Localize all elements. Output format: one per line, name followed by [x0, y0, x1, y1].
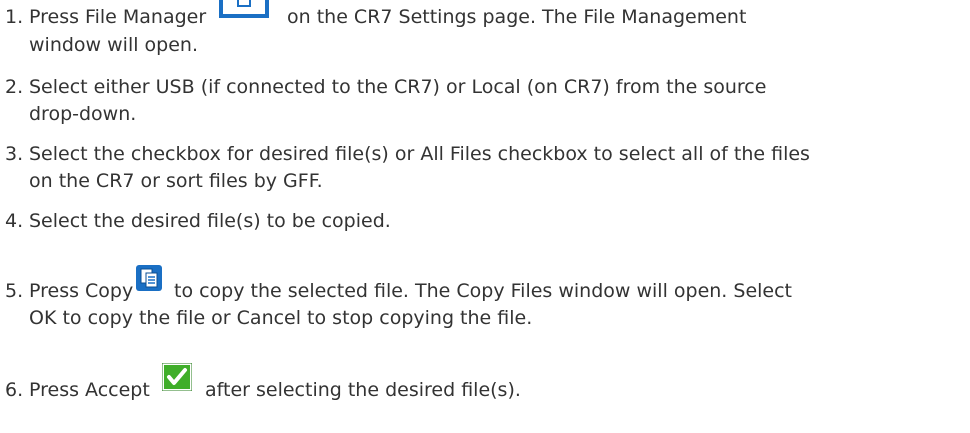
instructions-document: 1. Press File Manager on the CR7 Setting… [0, 0, 970, 433]
file-manager-icon [219, 0, 269, 18]
step-text: Select either USB (if connected to the C… [29, 76, 767, 98]
step-text: Press Accept [29, 379, 150, 401]
step-text: Select the desired file(s) to be copied. [29, 210, 391, 232]
step-text-wrap: on the CR7 or sort files by GFF. [29, 170, 323, 192]
step-number: 4. [5, 210, 24, 232]
step-text: Press File Manager [29, 6, 207, 28]
step-number: 5. [5, 280, 24, 302]
copy-icon [136, 265, 162, 291]
accept-checkmark-icon [162, 363, 192, 391]
step-text: Press Copy [29, 280, 134, 302]
step-text-wrap: drop-down. [29, 103, 137, 125]
step-text-continued: after selecting the desired file(s). [205, 379, 521, 401]
step-text-continued: on the CR7 Settings page. The File Manag… [287, 6, 747, 28]
step-number: 1. [5, 6, 24, 28]
step-number: 3. [5, 143, 24, 165]
step-number: 6. [5, 379, 24, 401]
step-number: 2. [5, 76, 24, 98]
step-text-wrap: OK to copy the file or Cancel to stop co… [29, 307, 533, 329]
step-text-continued: to copy the selected file. The Copy File… [174, 280, 793, 302]
step-text: Select the checkbox for desired file(s) … [29, 143, 810, 165]
step-text-wrap: window will open. [29, 34, 198, 56]
